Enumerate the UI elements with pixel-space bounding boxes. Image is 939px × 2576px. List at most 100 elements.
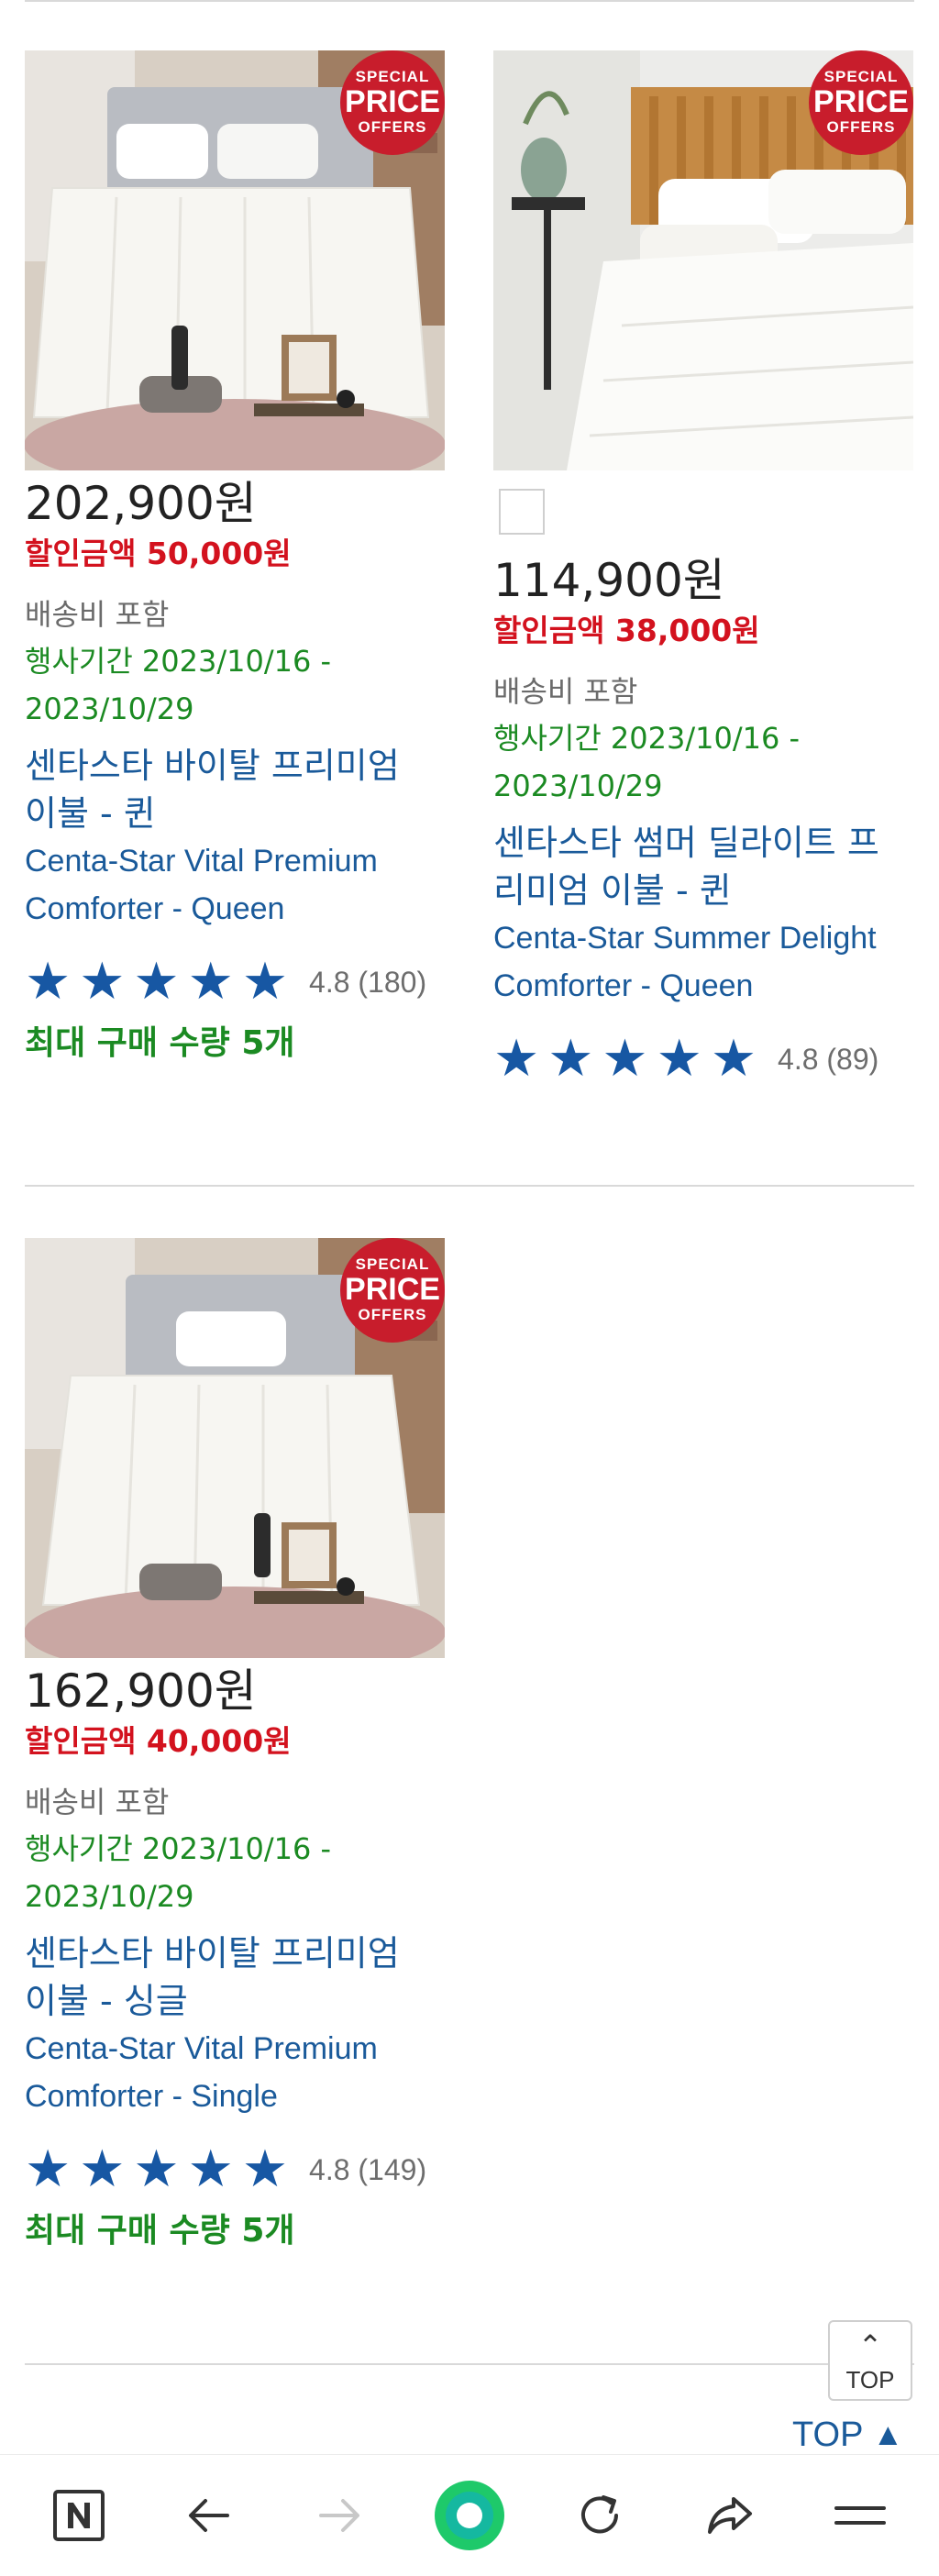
green-home-icon — [435, 2481, 504, 2550]
rating-row: ★ ★ ★ ★ ★ 4.8 (180) — [25, 955, 456, 1010]
product-name-ko-line2[interactable]: 이불 - 싱글 — [25, 1977, 456, 2025]
badge-line3: OFFERS — [358, 118, 427, 136]
product-name-en-line2[interactable]: Comforter - Queen — [25, 885, 456, 933]
chevron-up-icon: ⌃ — [857, 2328, 883, 2363]
product-name-ko-line1[interactable]: 센타스타 바이탈 프리미엄 — [25, 742, 456, 790]
product-name-en-line1[interactable]: Centa-Star Vital Premium — [25, 2025, 456, 2073]
shipping-info: 배송비 포함 — [493, 674, 638, 709]
product-name-en-line2[interactable]: Comforter - Single — [25, 2073, 456, 2120]
star-icon: ★ — [547, 1029, 594, 1089]
menu-icon — [834, 2506, 886, 2525]
naver-icon — [53, 2490, 105, 2541]
discount-amount: 할인금액 40,000원 — [25, 1723, 292, 1759]
product-price: 162,900원 — [25, 1664, 257, 1718]
badge-line2: PRICE — [813, 84, 909, 119]
refresh-button[interactable] — [567, 2455, 633, 2576]
star-icon: ★ — [656, 1029, 702, 1089]
product-card[interactable]: SPECIAL PRICE OFFERS 202,900원 할인금액 50,00… — [25, 50, 456, 1070]
top-link-label[interactable]: TOP — [792, 2416, 863, 2455]
product-name-en-line2[interactable]: Comforter - Queen — [493, 962, 924, 1010]
product-name-ko[interactable]: 센타스타 바이탈 프리미엄 이불 - 퀸 — [25, 742, 456, 837]
rating-score: 4.8 — [309, 965, 350, 999]
star-icon: ★ — [241, 952, 289, 1012]
rating-score: 4.8 — [778, 1042, 819, 1076]
rating-row: ★ ★ ★ ★ ★ 4.8 (149) — [25, 2142, 456, 2197]
forward-button[interactable] — [306, 2455, 372, 2576]
rating-value: 4.8 (180) — [309, 966, 426, 1000]
bottom-divider — [25, 2363, 914, 2365]
star-icon: ★ — [241, 2139, 289, 2199]
naver-button[interactable] — [46, 2455, 112, 2576]
scroll-top-button[interactable]: ⌃ TOP — [828, 2320, 912, 2401]
badge-line3: OFFERS — [826, 118, 896, 136]
product-name-en-line1[interactable]: Centa-Star Vital Premium — [25, 837, 456, 885]
product-name-ko-line1[interactable]: 센타스타 바이탈 프리미엄 — [25, 1929, 456, 1977]
special-price-badge: SPECIAL PRICE OFFERS — [340, 50, 445, 155]
review-count: (180) — [358, 965, 427, 999]
product-name-ko-line1[interactable]: 센타스타 썸머 딜라이트 프 — [493, 819, 924, 867]
badge-line3: OFFERS — [358, 1306, 427, 1323]
shipping-info: 배송비 포함 — [25, 1785, 170, 1819]
special-price-badge: SPECIAL PRICE OFFERS — [340, 1238, 445, 1343]
product-name-en[interactable]: Centa-Star Vital Premium Comforter - Que… — [25, 837, 456, 933]
product-name-en-line1[interactable]: Centa-Star Summer Delight — [493, 914, 924, 962]
product-price: 114,900원 — [493, 554, 725, 607]
color-swatch[interactable] — [499, 489, 545, 535]
refresh-icon — [581, 2495, 618, 2534]
event-period-line2: 2023/10/29 — [493, 768, 663, 803]
product-name-ko-line2[interactable]: 이불 - 퀸 — [25, 790, 456, 837]
event-period-line1: 행사기간 2023/10/16 - — [493, 721, 801, 756]
rating-row: ★ ★ ★ ★ ★ 4.8 (89) — [493, 1032, 924, 1087]
star-icon: ★ — [133, 2139, 180, 2199]
event-period-line1: 행사기간 2023/10/16 - — [25, 1831, 332, 1866]
star-icon: ★ — [79, 2139, 126, 2199]
row-divider — [25, 1185, 914, 1187]
star-icon: ★ — [25, 952, 72, 1012]
star-icon: ★ — [187, 2139, 234, 2199]
review-count: (89) — [826, 1042, 879, 1076]
product-name-ko-line2[interactable]: 리미엄 이불 - 퀸 — [493, 867, 924, 914]
event-period-line2: 2023/10/29 — [25, 691, 194, 726]
star-icon: ★ — [710, 1029, 757, 1089]
browser-bottom-bar — [0, 2454, 939, 2576]
badge-line2: PRICE — [345, 84, 440, 119]
max-purchase-qty: 최대 구매 수량 5개 — [25, 2212, 295, 2250]
discount-amount: 할인금액 38,000원 — [493, 613, 760, 648]
rating-score: 4.8 — [309, 2152, 350, 2186]
event-period-line1: 행사기간 2023/10/16 - — [25, 644, 332, 679]
max-purchase-qty: 최대 구매 수량 5개 — [25, 1024, 295, 1062]
badge-line2: PRICE — [345, 1272, 440, 1307]
product-card[interactable]: SPECIAL PRICE OFFERS 162,900원 할인금액 40,00… — [25, 1238, 456, 2258]
star-icon: ★ — [493, 1029, 540, 1089]
menu-button[interactable] — [827, 2455, 893, 2576]
rating-value: 4.8 (149) — [309, 2153, 426, 2187]
badge-line1: SPECIAL — [355, 1255, 430, 1273]
product-name-ko[interactable]: 센타스타 썸머 딜라이트 프 리미엄 이불 - 퀸 — [493, 819, 924, 914]
back-button[interactable] — [176, 2455, 242, 2576]
triangle-up-icon: ▲ — [872, 2417, 904, 2452]
shipping-info: 배송비 포함 — [25, 597, 170, 632]
share-icon — [708, 2497, 752, 2534]
back-arrow-icon — [189, 2499, 229, 2532]
product-name-ko[interactable]: 센타스타 바이탈 프리미엄 이불 - 싱글 — [25, 1929, 456, 2025]
top-link[interactable]: TOP ▲ — [792, 2416, 903, 2455]
discount-amount: 할인금액 50,000원 — [25, 536, 292, 571]
product-image[interactable]: SPECIAL PRICE OFFERS — [493, 50, 913, 470]
star-icon: ★ — [25, 2139, 72, 2199]
event-period-line2: 2023/10/29 — [25, 1879, 194, 1914]
star-icon: ★ — [133, 952, 180, 1012]
product-image[interactable]: SPECIAL PRICE OFFERS — [25, 50, 445, 470]
product-name-en[interactable]: Centa-Star Summer Delight Comforter - Qu… — [493, 914, 924, 1010]
star-icon: ★ — [79, 952, 126, 1012]
rating-value: 4.8 (89) — [778, 1043, 878, 1077]
badge-line1: SPECIAL — [823, 68, 899, 85]
share-button[interactable] — [697, 2455, 763, 2576]
review-count: (149) — [358, 2152, 427, 2186]
product-name-en[interactable]: Centa-Star Vital Premium Comforter - Sin… — [25, 2025, 456, 2120]
home-button[interactable] — [431, 2455, 508, 2576]
top-divider — [25, 0, 914, 2]
product-price: 202,900원 — [25, 477, 257, 530]
star-icon: ★ — [602, 1029, 648, 1089]
product-card[interactable]: SPECIAL PRICE OFFERS 114,900원 할인금액 38,00… — [493, 50, 924, 1087]
product-image[interactable]: SPECIAL PRICE OFFERS — [25, 1238, 445, 1658]
